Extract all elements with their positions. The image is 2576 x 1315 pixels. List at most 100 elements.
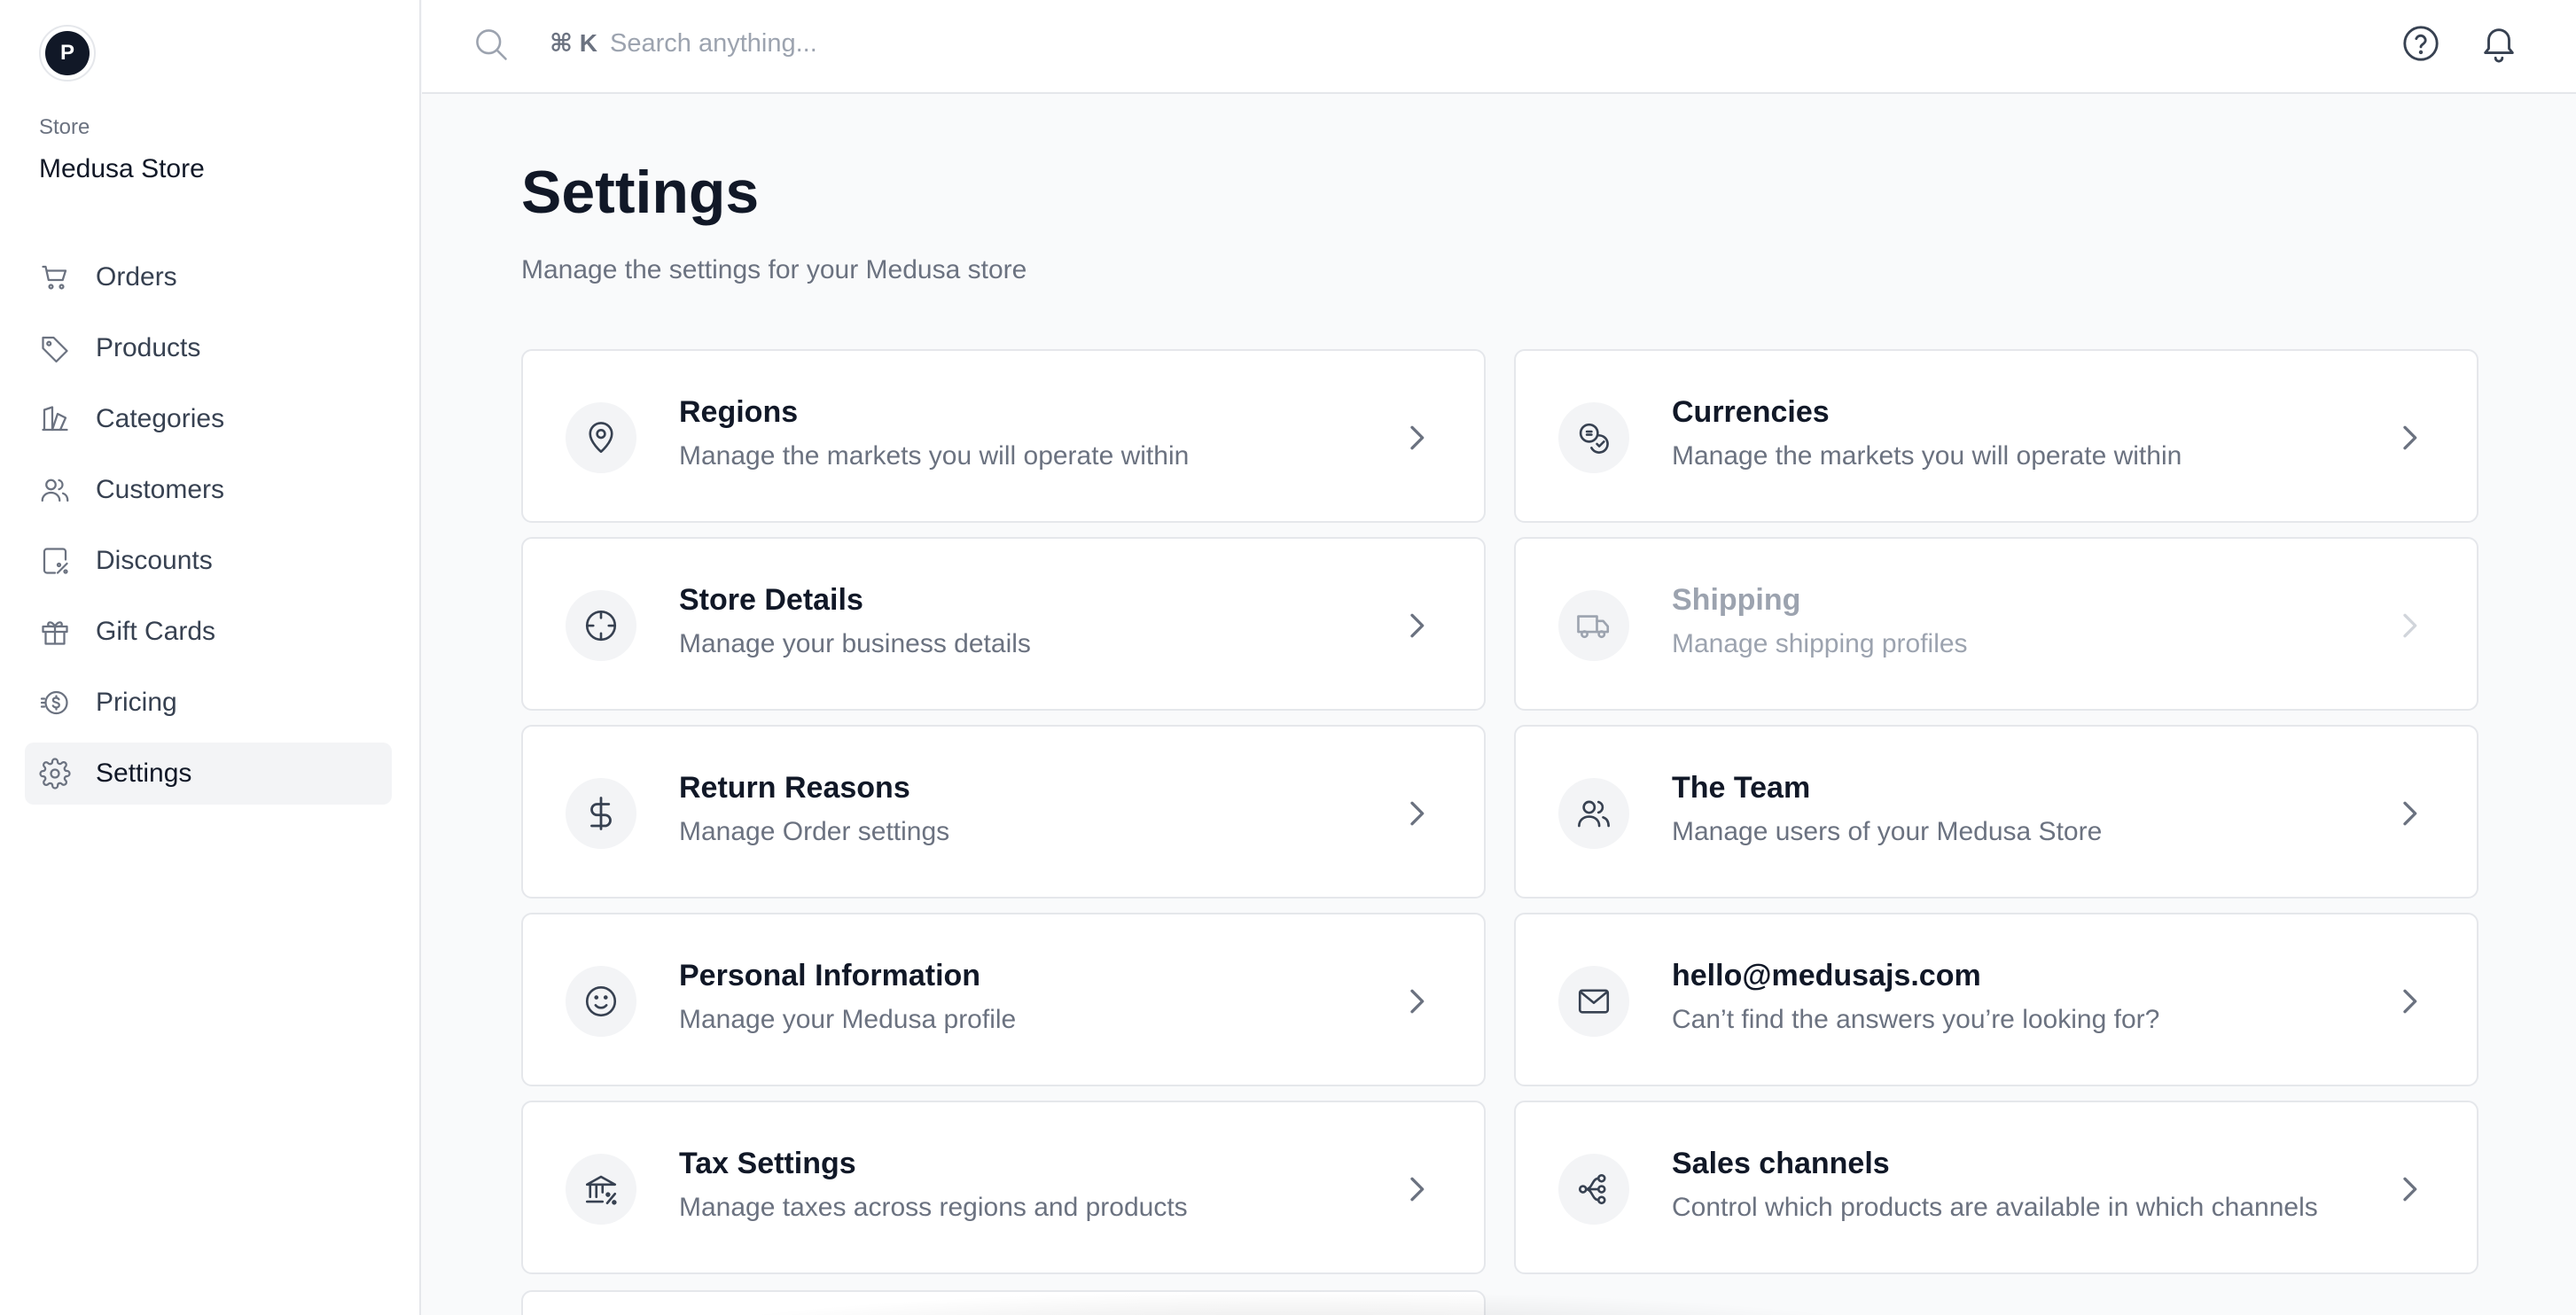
card-title: Store Details (679, 583, 863, 617)
page-title: Settings (521, 159, 760, 226)
avatar-initial: P (45, 31, 90, 75)
sidebar-item-pricing[interactable]: Pricing (25, 672, 392, 734)
card-title: Regions (679, 395, 799, 429)
settings-card-regions[interactable]: Regions Manage the markets you will oper… (521, 349, 1486, 523)
settings-card-tax-settings[interactable]: Tax Settings Manage taxes across regions… (521, 1101, 1486, 1274)
chevron-right-icon (2403, 425, 2417, 450)
card-description: Manage users of your Medusa Store (1672, 817, 2103, 846)
users-icon (41, 479, 69, 502)
gift-icon (42, 621, 68, 645)
chevron-right-icon (2403, 801, 2417, 826)
sidebar-item-gift-cards[interactable]: Gift Cards (25, 601, 392, 663)
pricing-icon (40, 690, 68, 715)
sidebar-item-customers[interactable]: Customers (25, 459, 392, 521)
card-title: Currencies (1672, 395, 1830, 429)
sidebar-item-label: Customers (96, 475, 225, 504)
sidebar-item-label: Discounts (96, 546, 213, 575)
sidebar-item-discounts[interactable]: Discounts (25, 530, 392, 592)
crosshair-icon (585, 610, 617, 642)
sidebar-item-categories[interactable]: Categories (25, 388, 392, 450)
sidebar-item-products[interactable]: Products (25, 317, 392, 379)
card-icon-wrap (1558, 590, 1629, 661)
chevron-right-icon (2403, 1177, 2417, 1202)
card-description: Manage the markets you will operate with… (1672, 441, 2182, 471)
chevron-right-icon (1410, 801, 1425, 826)
sidebar-item-settings[interactable]: Settings (25, 743, 392, 805)
smile-icon (585, 985, 617, 1017)
settings-card-return-reasons[interactable]: Return Reasons Manage Order settings (521, 725, 1486, 899)
card-title: Return Reasons (679, 771, 910, 805)
chevron-right-icon (1410, 1177, 1425, 1202)
help-circle-icon[interactable] (2400, 23, 2441, 64)
card-title: hello@medusajs.com (1672, 959, 1981, 992)
card-description: Manage your business details (679, 629, 1031, 658)
search-icon[interactable] (472, 25, 511, 64)
chevron-right-icon (1410, 425, 1425, 450)
mail-icon (1578, 989, 1610, 1014)
discount-icon (43, 548, 68, 574)
sidebar-item-label: Products (96, 333, 201, 362)
truck-icon (1577, 615, 1610, 639)
dollar-icon (590, 797, 612, 830)
settings-card-personal-information[interactable]: Personal Information Manage your Medusa … (521, 913, 1486, 1086)
scroll-shadow (638, 1290, 1950, 1315)
card-icon-wrap (566, 778, 636, 849)
card-icon-wrap (566, 1154, 636, 1225)
tag-icon (42, 336, 68, 363)
card-icon-wrap (566, 590, 636, 661)
bank-percent-icon (585, 1175, 617, 1205)
card-description: Control which products are available in … (1672, 1193, 2318, 1222)
card-description: Manage Order settings (679, 817, 950, 846)
card-title: Shipping (1672, 583, 1801, 617)
card-description: Manage the markets you will operate with… (679, 441, 1190, 471)
card-icon-wrap (1558, 1154, 1629, 1225)
map-pin-icon (589, 422, 613, 454)
settings-card-store-details[interactable]: Store Details Manage your business detai… (521, 537, 1486, 711)
users-icon (1578, 800, 1610, 828)
sidebar-item-label: Gift Cards (96, 617, 216, 646)
sidebar-item-label: Orders (96, 262, 177, 292)
avatar[interactable]: P (39, 25, 96, 82)
card-title: The Team (1672, 771, 1811, 805)
sidebar-nav: Orders Products Categories Customers Dis… (25, 246, 392, 813)
search-shortcut: ⌘ K (550, 29, 597, 57)
cart-icon (42, 265, 67, 290)
card-description: Can’t find the answers you’re looking fo… (1672, 1005, 2160, 1034)
card-icon-wrap (566, 402, 636, 473)
channels-icon (1578, 1173, 1606, 1205)
bell-icon[interactable] (2478, 23, 2519, 64)
search-input[interactable] (610, 21, 1319, 66)
settings-grid: Regions Manage the markets you will oper… (521, 349, 2478, 1274)
chevron-right-icon (1410, 989, 1425, 1014)
sidebar-item-label: Settings (96, 759, 192, 788)
card-icon-wrap (1558, 402, 1629, 473)
store-label: Store (39, 115, 90, 139)
sidebar-item-label: Pricing (96, 688, 177, 717)
card-icon-wrap (1558, 778, 1629, 849)
chevron-right-icon (2403, 989, 2417, 1014)
settings-card-sales-channels[interactable]: Sales channels Control which products ar… (1514, 1101, 2478, 1274)
chevron-right-icon (1410, 613, 1425, 638)
store-name: Medusa Store (39, 154, 205, 183)
settings-card-the-team[interactable]: The Team Manage users of your Medusa Sto… (1514, 725, 2478, 899)
card-icon-wrap (566, 966, 636, 1037)
chevron-right-icon (2403, 613, 2417, 638)
card-icon-wrap (1558, 966, 1629, 1037)
card-title: Tax Settings (679, 1147, 856, 1180)
card-description: Manage shipping profiles (1672, 629, 1968, 658)
card-description: Manage taxes across regions and products (679, 1193, 1188, 1222)
card-title: Sales channels (1672, 1147, 1890, 1180)
page-subtitle: Manage the settings for your Medusa stor… (521, 255, 1027, 284)
sidebar-item-label: Categories (96, 404, 225, 433)
topbar: ⌘ K (422, 0, 2576, 94)
sidebar-item-orders[interactable]: Orders (25, 246, 392, 308)
sidebar: P Store Medusa Store Orders Products Cat… (0, 0, 421, 1315)
card-description: Manage your Medusa profile (679, 1005, 1017, 1034)
settings-card-contact-email[interactable]: hello@medusajs.com Can’t find the answer… (1514, 913, 2478, 1086)
categories-icon (42, 406, 68, 432)
coins-icon (1579, 423, 1609, 454)
card-title: Personal Information (679, 959, 981, 992)
settings-card-shipping: Shipping Manage shipping profiles (1514, 537, 2478, 711)
gear-icon (39, 758, 71, 790)
settings-card-currencies[interactable]: Currencies Manage the markets you will o… (1514, 349, 2478, 523)
